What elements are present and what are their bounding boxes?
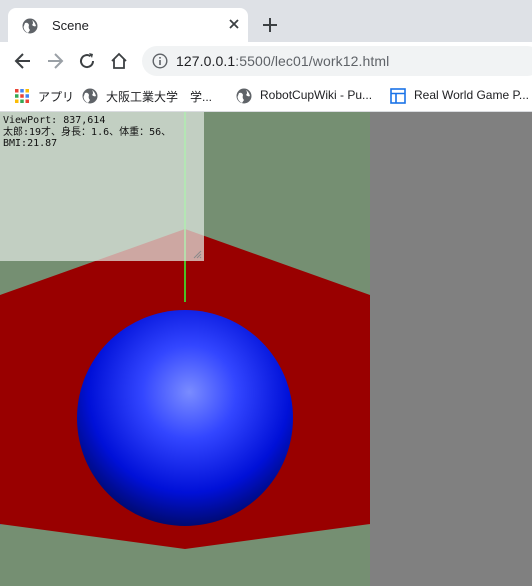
resize-grip-icon[interactable] — [192, 249, 202, 259]
bookmark-label: 大阪工業大学 学... — [106, 90, 213, 104]
arrow-left-icon[interactable] — [14, 52, 32, 70]
apps-grid-icon — [15, 89, 29, 103]
sphere — [77, 310, 293, 526]
bookmark-oit[interactable]: 大阪工業大学 学... — [82, 87, 222, 105]
url-text: 127.0.0.1:5500/lec01/work12.html — [176, 53, 389, 69]
url-host: 127.0.0.1 — [176, 53, 236, 69]
person-info-text: 太郎:19才、身長：1.6、体重：56、 — [3, 126, 172, 138]
bookmarks-bar: アプリ 大阪工業大学 学... RobotCupWiki - Pu... Rea… — [0, 80, 532, 112]
tab-strip: Scene — [0, 0, 532, 42]
address-bar[interactable]: 127.0.0.1:5500/lec01/work12.html — [142, 46, 532, 76]
globe-icon — [236, 88, 252, 104]
browser-toolbar: 127.0.0.1:5500/lec01/work12.html — [0, 42, 532, 80]
home-icon[interactable] — [110, 52, 128, 70]
globe-icon — [22, 18, 38, 34]
arrow-right-icon[interactable] — [46, 52, 64, 70]
page-layout-icon — [390, 88, 406, 104]
tab-scene[interactable]: Scene — [8, 8, 248, 42]
info-overlay: ViewPort: 837,614 太郎:19才、身長：1.6、体重：56、 BMI… — [0, 112, 204, 261]
plus-icon[interactable] — [262, 17, 278, 33]
bookmark-real-world-game[interactable]: Real World Game P... — [390, 87, 532, 105]
viewport-size-text: ViewPort: 837,614 — [3, 115, 106, 126]
bookmark-label: RobotCupWiki - Pu... — [260, 88, 373, 102]
bookmark-robotcupwiki[interactable]: RobotCupWiki - Pu... — [236, 87, 382, 105]
tab-title: Scene — [52, 18, 89, 33]
close-icon[interactable] — [226, 16, 242, 32]
info-icon[interactable] — [152, 53, 168, 69]
overlay-text: ViewPort: 837,614 太郎:19才、身長：1.6、体重：56、 BMI… — [3, 115, 171, 150]
bookmark-label: アプリ — [38, 90, 75, 104]
bookmark-label: Real World Game P... — [414, 88, 529, 102]
bmi-text: BMI:21.87 — [3, 138, 58, 149]
bookmark-apps[interactable]: アプリ — [14, 87, 74, 105]
reload-icon[interactable] — [78, 52, 96, 70]
url-path: :5500/lec01/work12.html — [235, 53, 390, 69]
webgl-canvas[interactable]: ViewPort: 837,614 太郎:19才、身長：1.6、体重：56、 BMI… — [0, 112, 370, 586]
globe-icon — [82, 88, 98, 104]
page-background — [370, 112, 532, 586]
